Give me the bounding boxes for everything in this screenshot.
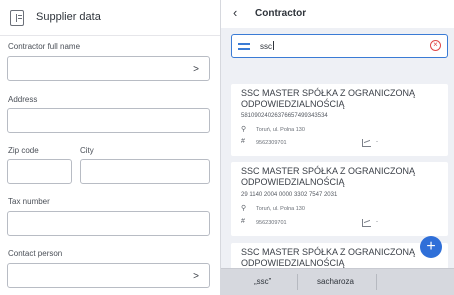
contractor-title: Contractor [255, 8, 307, 19]
suggestion-item[interactable]: „ssc” [254, 277, 271, 286]
chart-value: - [376, 219, 378, 225]
address-field[interactable] [7, 108, 210, 133]
search-value: ssc [260, 41, 274, 51]
contractor-field[interactable]: > [7, 56, 210, 81]
bank-account: 29 1140 2004 0000 3302 7547 2031 [241, 192, 338, 198]
tax-number: 9562309701 [256, 140, 287, 146]
city-field[interactable] [80, 159, 210, 184]
chevron-right-icon: > [193, 64, 199, 75]
tax-field[interactable] [7, 211, 210, 236]
back-arrow-icon[interactable]: ‹ [233, 5, 237, 20]
supplier-header: Supplier data [0, 0, 220, 36]
bank-account: 58109024026376657499343534 [241, 113, 328, 119]
city-label: City [80, 146, 94, 155]
filter-icon[interactable] [238, 40, 250, 52]
location-icon: ⚲ [241, 126, 247, 133]
contractor-name: SSC MASTER SPÓŁKA Z OGRANICZONĄ ODPOWIED… [241, 88, 416, 109]
search-input[interactable]: ssc × [231, 34, 448, 58]
contractor-label: Contractor full name [8, 42, 81, 51]
hash-icon: # [241, 138, 245, 145]
location-icon: ⚲ [241, 205, 247, 212]
contractor-panel: ‹ Contractor ssc × SSC MASTER SPÓŁKA Z O… [221, 0, 454, 295]
contractor-name: SSC MASTER SPÓŁKA Z OGRANICZONĄ ODPOWIED… [241, 166, 416, 187]
suggestion-divider [376, 274, 377, 290]
hash-icon: # [241, 218, 245, 225]
chevron-right-icon: > [193, 271, 199, 282]
suggestion-divider [297, 274, 298, 290]
zip-label: Zip code [8, 146, 39, 155]
clear-icon[interactable]: × [430, 40, 441, 51]
list-item[interactable]: SSC MASTER SPÓŁKA Z OGRANICZONĄ ODPOWIED… [231, 162, 448, 236]
chart-value: - [376, 139, 378, 145]
address-label: Address [8, 95, 38, 104]
results-list: SSC MASTER SPÓŁKA Z OGRANICZONĄ ODPOWIED… [231, 84, 448, 269]
contractor-name: SSC MASTER SPÓŁKA Z OGRANICZONĄ ODPOWIED… [241, 247, 416, 268]
tax-label: Tax number [8, 197, 50, 206]
chart-icon [362, 219, 371, 227]
list-item[interactable]: SSC MASTER SPÓŁKA Z OGRANICZONĄ ODPOWIED… [231, 84, 448, 156]
keyboard-suggestions: „ssc” sacharoza [221, 268, 454, 295]
supplier-panel: Supplier data Contractor full name > Add… [0, 0, 220, 295]
contractor-address: Toruń, ul. Polna 130 [256, 206, 305, 212]
supplier-title: Supplier data [36, 11, 101, 23]
plus-icon: + [426, 238, 436, 255]
add-contractor-button[interactable]: + [420, 236, 442, 258]
tax-number: 9562309701 [256, 220, 287, 226]
chart-icon [362, 139, 371, 147]
contact-label: Contact person [8, 249, 63, 258]
contractor-topbar: ‹ Contractor [221, 0, 454, 28]
suggestion-item[interactable]: sacharoza [317, 277, 354, 286]
contractor-address: Toruń, ul. Polna 130 [256, 127, 305, 133]
list-item[interactable]: SSC MASTER SPÓŁKA Z OGRANICZONĄ ODPOWIED… [231, 243, 448, 269]
contact-field[interactable]: > [7, 263, 210, 288]
document-icon [10, 10, 24, 26]
zip-field[interactable] [7, 159, 72, 184]
